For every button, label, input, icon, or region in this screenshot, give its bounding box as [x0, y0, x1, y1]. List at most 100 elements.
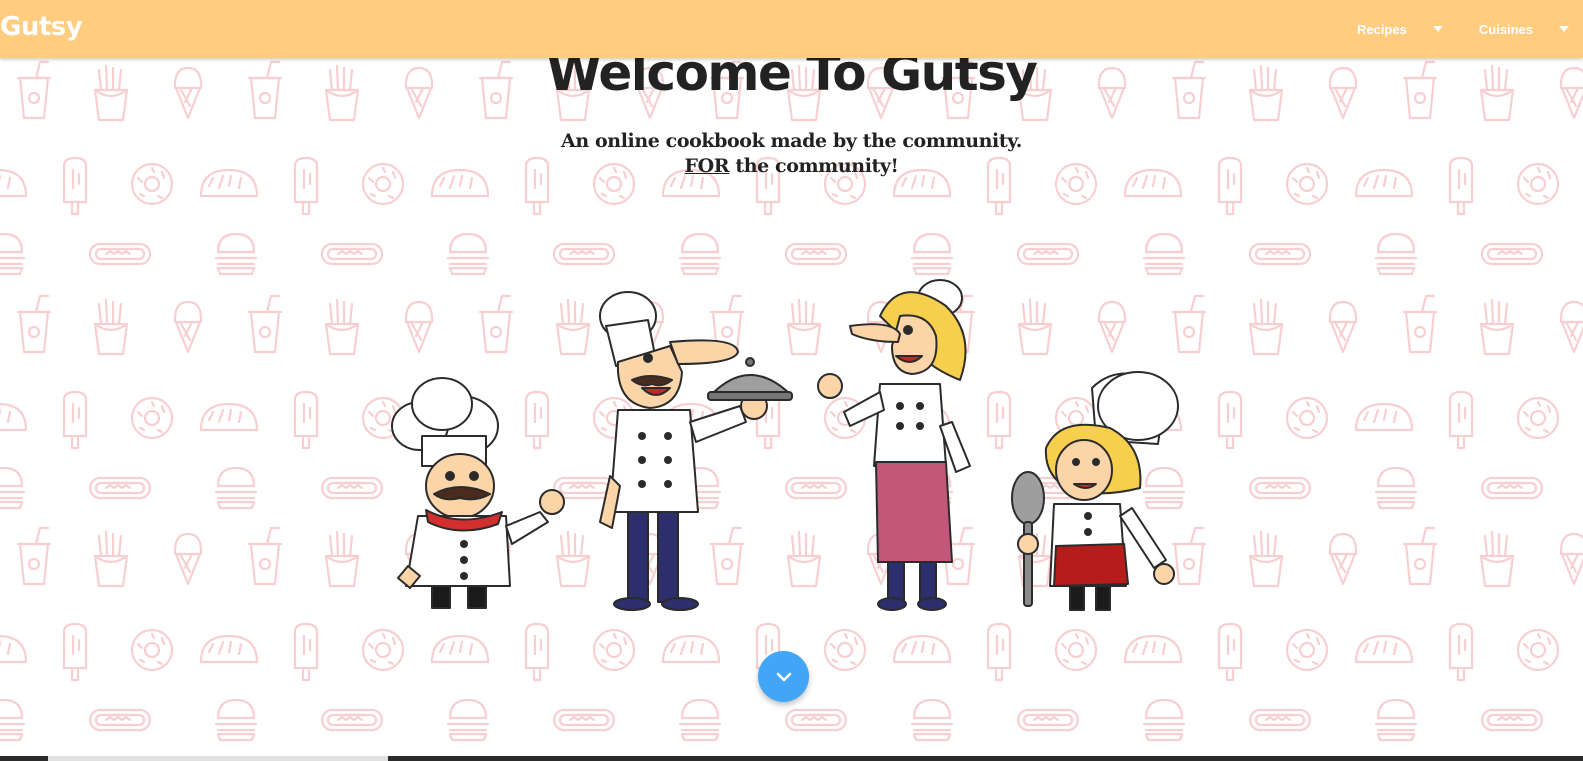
popsicle-icon [1448, 622, 1474, 682]
popsicle-icon [1448, 390, 1474, 450]
popsicle-icon [986, 622, 1012, 682]
donut-icon [1285, 396, 1329, 440]
soda-cup-icon [247, 526, 283, 586]
burger-icon [0, 698, 26, 742]
soda-cup-icon [1402, 526, 1438, 586]
donut-icon [1054, 628, 1098, 672]
fries-icon [93, 298, 129, 356]
soda-cup-icon [16, 526, 52, 586]
burger-icon [1142, 698, 1186, 742]
hotdog-icon [320, 708, 384, 732]
dropdown-caret-icon [1559, 26, 1569, 32]
taco-icon [1123, 634, 1183, 664]
ice-cream-cone-icon [173, 532, 203, 586]
fries-icon [1479, 298, 1515, 356]
donut-icon [1516, 396, 1560, 440]
donut-icon [130, 628, 174, 672]
bottom-strip-segment [48, 756, 388, 761]
taco-icon [892, 634, 952, 664]
hotdog-icon [320, 476, 384, 500]
hotdog-icon [552, 242, 616, 266]
popsicle-icon [293, 622, 319, 682]
ice-cream-cone-icon [1328, 300, 1358, 354]
soda-cup-icon [1402, 294, 1438, 354]
nav-menu: Recipes Cuisines [1321, 0, 1569, 58]
burger-icon [678, 698, 722, 742]
chef-cloche [599, 291, 793, 611]
top-navbar: Gutsy Recipes Cuisines [0, 0, 1583, 58]
ice-cream-cone-icon [1559, 532, 1583, 586]
popsicle-icon [524, 622, 550, 682]
hotdog-icon [1480, 708, 1544, 732]
taco-icon [0, 634, 28, 664]
hotdog-icon [1480, 476, 1544, 500]
taco-icon [661, 634, 721, 664]
ice-cream-cone-icon [173, 300, 203, 354]
hero-subtitle: An online cookbook made by the community… [0, 129, 1583, 179]
popsicle-icon [293, 390, 319, 450]
donut-icon [592, 628, 636, 672]
burger-icon [0, 466, 26, 510]
taco-icon [0, 402, 28, 432]
burger-icon [678, 232, 722, 276]
chef-female [817, 279, 971, 611]
burger-icon [214, 232, 258, 276]
fries-icon [324, 530, 360, 588]
chef-girl [1011, 371, 1179, 611]
burger-icon [1374, 466, 1418, 510]
chefs-illustration [391, 279, 1179, 611]
ice-cream-cone-icon [1559, 300, 1583, 354]
bottom-strip [0, 756, 1583, 761]
soda-cup-icon [16, 294, 52, 354]
hotdog-icon [784, 242, 848, 266]
soda-cup-icon [247, 294, 283, 354]
page: Gutsy Recipes Cuisines Welcome To Gutsy … [0, 0, 1583, 761]
taco-icon [1354, 634, 1414, 664]
donut-icon [1516, 628, 1560, 672]
fries-icon [93, 530, 129, 588]
dropdown-caret-icon [1432, 26, 1443, 32]
fries-icon [1479, 530, 1515, 588]
popsicle-icon [1217, 390, 1243, 450]
burger-icon [1142, 232, 1186, 276]
hero-subtitle-emphasis: FOR [684, 155, 730, 177]
burger-icon [910, 232, 954, 276]
hotdog-icon [1248, 476, 1312, 500]
chevron-down-icon [776, 672, 791, 681]
burger-icon [446, 698, 490, 742]
burger-icon [910, 698, 954, 742]
hotdog-icon [1248, 708, 1312, 732]
donut-icon [823, 628, 867, 672]
hotdog-icon [88, 476, 152, 500]
fries-icon [1248, 298, 1284, 356]
popsicle-icon [62, 390, 88, 450]
taco-icon [430, 634, 490, 664]
brand-logo[interactable]: Gutsy [0, 12, 83, 42]
hotdog-icon [88, 242, 152, 266]
burger-icon [1374, 698, 1418, 742]
hotdog-icon [88, 708, 152, 732]
taco-icon [1354, 402, 1414, 432]
nav-dropdown-recipes[interactable]: Recipes [1357, 22, 1443, 37]
donut-icon [1285, 628, 1329, 672]
burger-icon [214, 466, 258, 510]
donut-icon [361, 628, 405, 672]
nav-item-label: Cuisines [1478, 21, 1533, 37]
donut-icon [130, 396, 174, 440]
hero-subtitle-line1: An online cookbook made by the community… [561, 130, 1022, 152]
ice-cream-cone-icon [1328, 532, 1358, 586]
hotdog-icon [1248, 242, 1312, 266]
hotdog-icon [1480, 242, 1544, 266]
popsicle-icon [1217, 622, 1243, 682]
scroll-down-button[interactable] [758, 651, 809, 702]
burger-icon [0, 232, 26, 276]
fries-icon [1248, 530, 1284, 588]
burger-icon [214, 698, 258, 742]
taco-icon [199, 634, 259, 664]
taco-icon [199, 402, 259, 432]
hero-subtitle-line2: the community! [729, 155, 899, 177]
hotdog-icon [1016, 242, 1080, 266]
hotdog-icon [1016, 708, 1080, 732]
burger-icon [446, 232, 490, 276]
nav-dropdown-cuisines[interactable]: Cuisines [1479, 22, 1569, 37]
